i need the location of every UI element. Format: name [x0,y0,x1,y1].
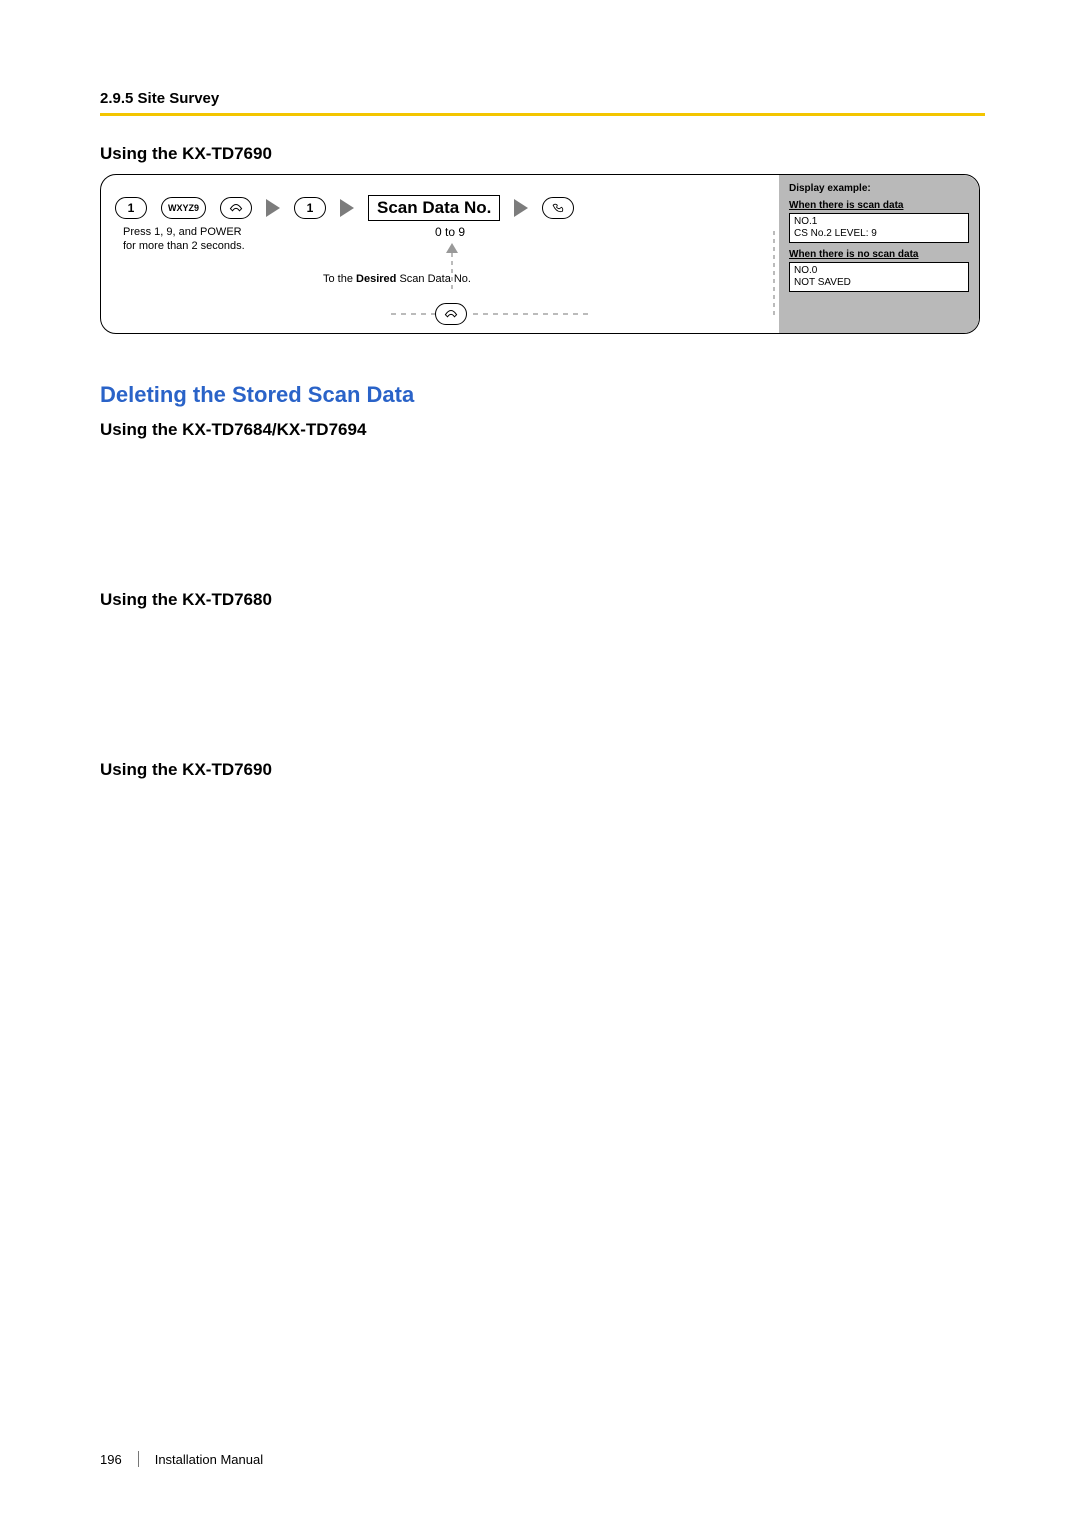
press-caption-l2: for more than 2 seconds. [123,240,245,252]
range-label: 0 to 9 [435,225,465,239]
desired-prefix: To the [323,273,356,285]
section-title: Deleting the Stored Scan Data [100,382,985,408]
talk-icon [542,197,574,219]
footer-divider [138,1451,139,1467]
subhead-a: Using the KX-TD7690 [100,144,985,164]
desired-suffix: Scan Data No. [396,273,471,285]
button-1: 1 [115,197,147,219]
power-icon-lower [435,303,467,325]
press-caption: Press 1, 9, and POWER for more than 2 se… [123,225,245,254]
display-box2-l1: NO.0 [794,265,964,277]
display-box1-l1: NO.1 [794,216,964,228]
display-box1: NO.1 CS No.2 LEVEL: 9 [789,213,969,243]
button-1b: 1 [294,197,326,219]
desired-bold: Desired [356,273,396,285]
footer: 196 Installation Manual [100,1451,263,1467]
button-9: WXYZ9 [161,197,206,219]
arrow-up-icon [446,243,458,253]
dotted-h-right [473,313,593,315]
spacer [100,450,985,590]
subhead-b: Using the KX-TD7684/KX-TD7694 [100,420,985,440]
page-number: 196 [100,1452,122,1467]
section-header: 2.9.5 Site Survey [100,90,985,107]
display-sub2: When there is no scan data [789,249,969,260]
power-icon [220,197,252,219]
press-caption-l1: Press 1, 9, and POWER [123,226,242,238]
footer-title: Installation Manual [155,1452,263,1467]
display-box2: NO.0 NOT SAVED [789,262,969,292]
display-box2-l2: NOT SAVED [794,277,964,289]
subhead-d: Using the KX-TD7690 [100,760,985,780]
display-panel: Display example: When there is scan data… [779,175,979,334]
diagram-box: 1 WXYZ9 1 Scan Data No. Press 1, 9, and … [100,174,980,334]
arrow-icon [266,199,280,217]
header-rule [100,113,985,116]
arrow-icon [340,199,354,217]
subhead-c: Using the KX-TD7680 [100,590,985,610]
desired-caption: To the Desired Scan Data No. [323,273,471,285]
arrow-icon [514,199,528,217]
display-box1-l2: CS No.2 LEVEL: 9 [794,228,964,240]
page: 2.9.5 Site Survey Using the KX-TD7690 1 … [0,0,1080,1527]
scan-data-no-box: Scan Data No. [368,195,500,221]
display-sub1: When there is scan data [789,200,969,211]
spacer [100,620,985,760]
display-title: Display example: [789,183,969,194]
dotted-vertical-right [773,231,775,315]
